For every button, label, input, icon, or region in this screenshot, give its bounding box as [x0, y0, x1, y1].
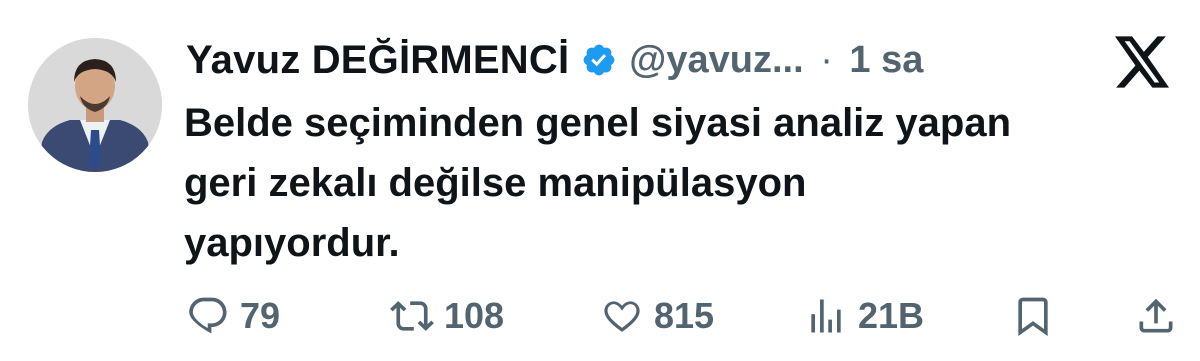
bookmark-button[interactable]: [1011, 290, 1055, 342]
bookmark-icon: [1011, 294, 1055, 338]
tweet-timestamp[interactable]: 1 sa: [849, 39, 923, 81]
views-button[interactable]: 21B: [804, 290, 924, 342]
tweet-text: Belde seçiminden genel siyasi analiz yap…: [184, 101, 1012, 265]
reply-button[interactable]: 79: [186, 290, 280, 342]
reply-icon: [186, 294, 230, 338]
like-count: 815: [654, 295, 715, 336]
retweet-count: 108: [444, 295, 505, 336]
author-name[interactable]: Yavuz DEĞİRMENCİ: [186, 38, 569, 83]
share-icon: [1134, 294, 1178, 338]
x-logo-icon[interactable]: [1115, 36, 1171, 88]
like-button[interactable]: 815: [600, 290, 714, 342]
views-count: 21B: [858, 295, 925, 336]
tweet-header: Yavuz DEĞİRMENCİ @yavuz... · 1 sa: [186, 30, 1106, 90]
avatar-image: [28, 38, 162, 172]
action-bar: 79 108 815 21B: [186, 290, 1176, 342]
retweet-icon: [390, 294, 434, 338]
verified-badge-icon: [581, 42, 617, 78]
avatar[interactable]: [28, 38, 162, 172]
share-button[interactable]: [1134, 290, 1178, 342]
author-handle[interactable]: @yavuz...: [629, 39, 803, 81]
views-icon: [804, 294, 848, 338]
heart-icon: [600, 294, 644, 338]
retweet-button[interactable]: 108: [390, 290, 504, 342]
meta-separator: ·: [820, 38, 833, 81]
reply-count: 79: [240, 295, 281, 336]
